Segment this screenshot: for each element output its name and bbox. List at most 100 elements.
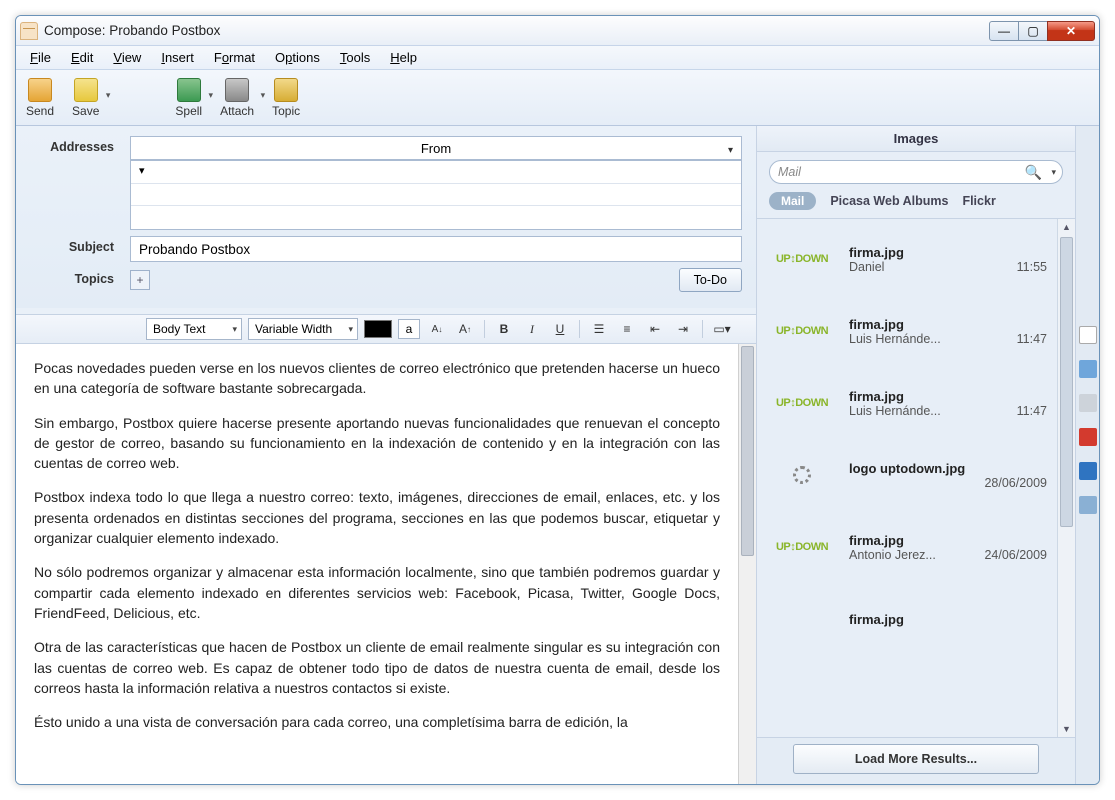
image-sender [849,476,976,490]
attach-dropdown-icon[interactable]: ▾ [261,90,266,101]
text-icon[interactable] [1079,462,1097,480]
image-source-tabs: Mail Picasa Web Albums Flickr [757,192,1075,219]
toolbar: Send Save ▾ Spell ▾ Attach ▾ Topic [16,70,1099,126]
image-time: 11:55 [1009,260,1047,274]
addresses-label: Addresses [30,136,130,154]
scroll-up-icon[interactable]: ▲ [1058,219,1075,235]
topic-button[interactable]: Topic [272,78,300,118]
thumbnail: UP↕DOWN [767,311,837,351]
search-dropdown-icon[interactable]: ▾ [1051,167,1056,178]
image-list-item[interactable]: firma.jpg [757,583,1057,655]
close-button[interactable]: ✕ [1047,21,1095,41]
message-body-editor[interactable]: Pocas novedades pueden verse en los nuev… [16,344,738,784]
add-topic-button[interactable]: + [130,270,150,290]
font-decrease-button[interactable]: A↓ [426,319,448,339]
image-list-item[interactable]: UP↕DOWNfirma.jpgAntonio Jerez...24/06/20… [757,511,1057,583]
attach-button[interactable]: Attach ▾ [220,78,254,118]
separator [579,320,580,338]
body-paragraph: Sin embargo, Postbox quiere hacerse pres… [34,413,720,474]
minimize-button[interactable]: — [989,21,1019,41]
subject-input[interactable] [130,236,742,262]
menu-file[interactable]: File [22,48,59,67]
image-list-item[interactable]: logo uptodown.jpg28/06/2009 [757,439,1057,511]
scrollbar-thumb[interactable] [1060,237,1073,527]
font-select[interactable]: Variable Width [248,318,358,340]
address-row[interactable] [131,184,741,207]
underline-button[interactable]: U [549,319,571,339]
link-icon[interactable] [1079,394,1097,412]
body-paragraph: No sólo podremos organizar y almacenar e… [34,562,720,623]
tab-picasa[interactable]: Picasa Web Albums [830,194,948,208]
menu-tools[interactable]: Tools [332,48,378,67]
body-paragraph: Pocas novedades pueden verse en los nuev… [34,358,720,399]
image-list-item[interactable]: UP↕DOWNfirma.jpgLuis Hernánde...11:47 [757,295,1057,367]
image-sender: Antonio Jerez... [849,548,976,562]
image-list-item[interactable]: UP↕DOWNfirma.jpgLuis Hernánde...11:47 [757,367,1057,439]
italic-button[interactable]: I [521,319,543,339]
tab-mail[interactable]: Mail [769,192,816,210]
maximize-button[interactable]: ▢ [1018,21,1048,41]
images-search-input[interactable]: Mail 🔍 ▾ [769,160,1063,184]
spell-icon [177,78,201,102]
indent-button[interactable]: ⇥ [672,319,694,339]
menu-format[interactable]: Format [206,48,263,67]
body-paragraph: Ésto unido a una vista de conversación p… [34,712,720,732]
clipboard-icon[interactable] [1079,326,1097,344]
from-dropdown[interactable]: From ▾ [130,136,742,160]
image-icon[interactable] [1079,360,1097,378]
editor-wrap: Pocas novedades pueden verse en los nuev… [16,344,756,784]
outdent-button[interactable]: ⇤ [644,319,666,339]
images-scrollbar[interactable]: ▲ ▼ [1057,219,1075,737]
separator [484,320,485,338]
menu-insert[interactable]: Insert [153,48,202,67]
image-sender: Luis Hernánde... [849,404,1009,418]
chevron-down-icon: ▾ [728,145,733,156]
image-time: 11:47 [1009,332,1047,346]
spell-button[interactable]: Spell ▾ [175,78,202,118]
menu-options[interactable]: Options [267,48,328,67]
image-list-item[interactable]: UP↕DOWNfirma.jpgDaniel11:55 [757,223,1057,295]
menu-help[interactable]: Help [382,48,425,67]
addresses-input[interactable]: ▾ [130,160,742,230]
menubar: File Edit View Insert Format Options Too… [16,46,1099,70]
address-row[interactable] [131,206,741,229]
image-time: 28/06/2009 [976,476,1047,490]
body-paragraph: Postbox indexa todo lo que llega a nuest… [34,487,720,548]
save-label: Save [72,104,99,118]
paragraph-style-select[interactable]: Body Text [146,318,242,340]
image-filename: firma.jpg [849,389,1047,404]
image-time: 24/06/2009 [976,548,1047,562]
bold-button[interactable]: B [493,319,515,339]
send-button[interactable]: Send [26,78,54,118]
compose-pane: Addresses From ▾ ▾ Subjec [16,126,757,784]
subject-label: Subject [30,236,130,254]
send-label: Send [26,104,54,118]
font-sample[interactable]: a [398,319,420,339]
separator [702,320,703,338]
font-increase-button[interactable]: A↑ [454,319,476,339]
menu-edit[interactable]: Edit [63,48,101,67]
load-more-button[interactable]: Load More Results... [793,744,1039,774]
address-row[interactable]: ▾ [131,161,741,184]
todo-button[interactable]: To-Do [679,268,742,292]
signature-icon[interactable] [1079,496,1097,514]
search-icon[interactable]: 🔍 [1025,164,1042,181]
text-color-swatch[interactable] [364,320,392,338]
image-sender: Daniel [849,260,1009,274]
spell-dropdown-icon[interactable]: ▾ [209,90,214,101]
number-list-button[interactable]: ≡ [616,319,638,339]
send-icon [28,78,52,102]
image-time: 11:47 [1009,404,1047,418]
flag-icon[interactable] [1079,428,1097,446]
editor-scrollbar[interactable] [738,344,756,784]
mail-icon [20,22,38,40]
menu-view[interactable]: View [105,48,149,67]
save-button[interactable]: Save ▾ [72,78,99,118]
scrollbar-thumb[interactable] [741,346,754,556]
bullet-list-button[interactable]: ☰ [588,319,610,339]
insert-button[interactable]: ▭▾ [711,319,733,339]
scroll-down-icon[interactable]: ▼ [1058,721,1075,737]
tab-flickr[interactable]: Flickr [962,194,995,208]
save-dropdown-icon[interactable]: ▾ [106,90,111,101]
thumbnail [767,455,837,495]
